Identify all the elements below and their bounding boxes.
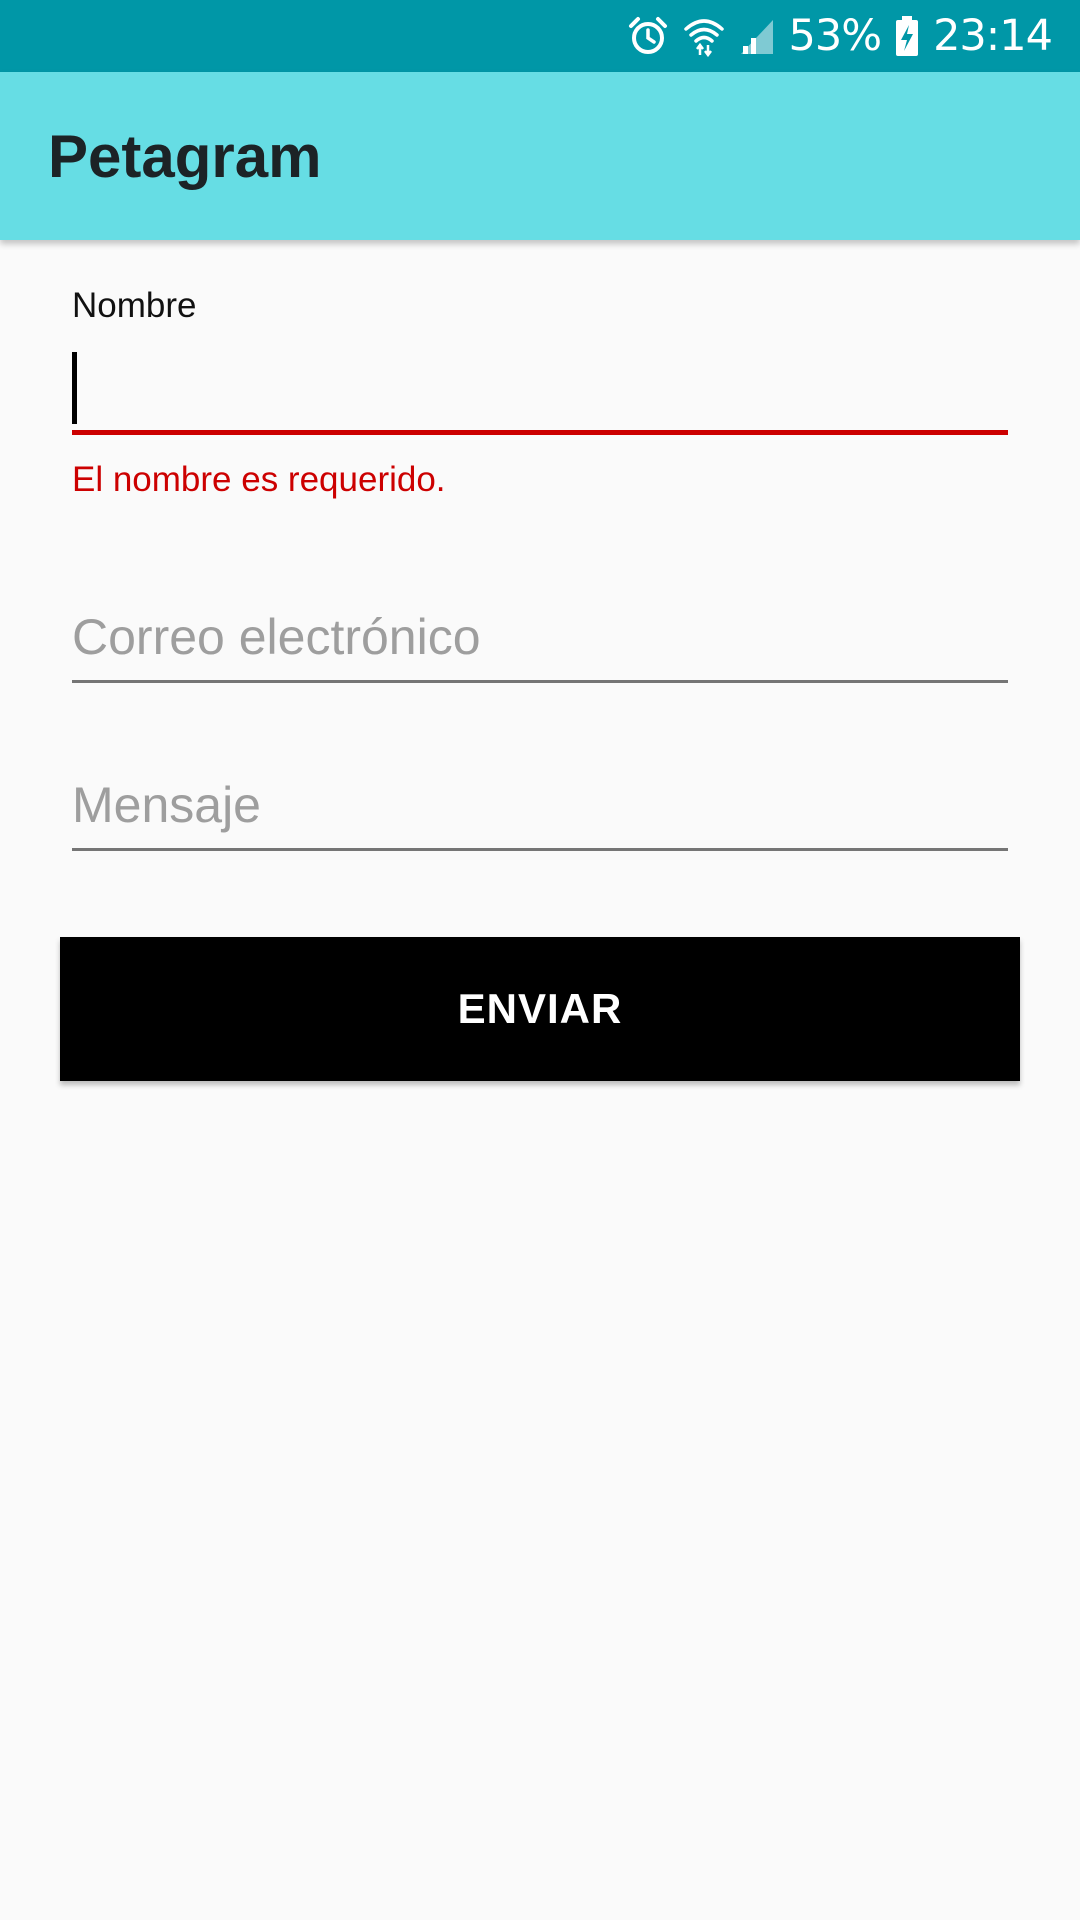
- nombre-input[interactable]: [72, 348, 1008, 418]
- enviar-button[interactable]: ENVIAR: [60, 937, 1020, 1081]
- signal-icon: [739, 16, 775, 56]
- battery-charging-icon: [895, 15, 919, 57]
- alarm-icon: [627, 15, 669, 57]
- text-cursor: [72, 352, 77, 424]
- app-bar: Petagram: [0, 72, 1080, 240]
- clock: 23:14: [933, 11, 1053, 61]
- mensaje-underline: [72, 848, 1008, 851]
- mensaje-input[interactable]: [72, 770, 1008, 840]
- wifi-icon: [683, 15, 725, 57]
- nombre-error-message: El nombre es requerido.: [72, 460, 446, 499]
- nombre-underline-error: [72, 430, 1008, 435]
- status-bar: 53% 23:14: [0, 0, 1080, 72]
- nombre-label: Nombre: [72, 286, 197, 325]
- battery-percent: 53%: [788, 11, 883, 61]
- app-title: Petagram: [48, 123, 322, 190]
- correo-underline: [72, 680, 1008, 683]
- correo-input[interactable]: [72, 602, 1008, 672]
- status-icons: 53% 23:14: [627, 0, 1053, 72]
